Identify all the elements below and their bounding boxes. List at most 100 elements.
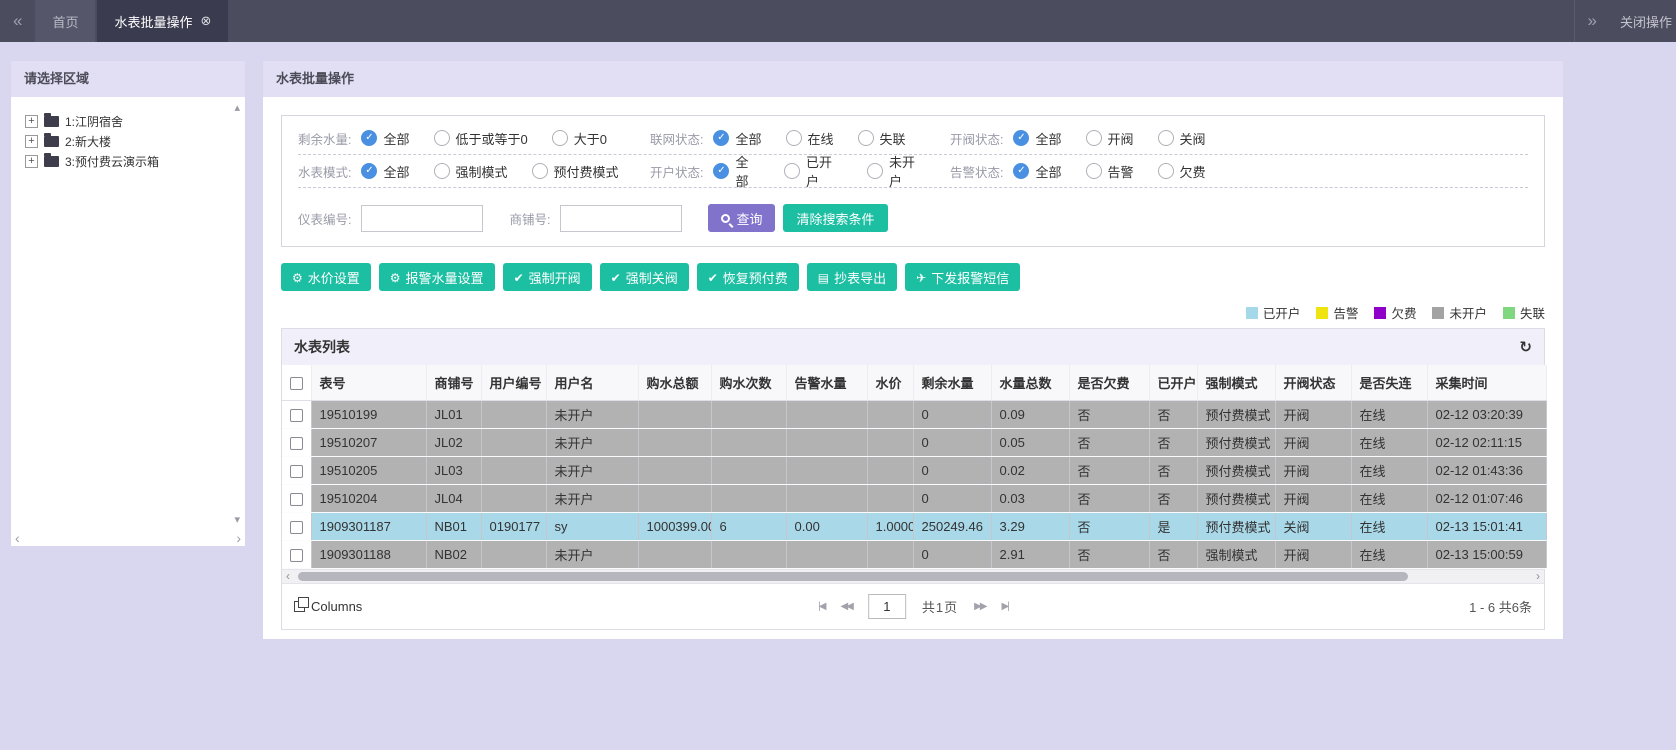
clear-search-button[interactable]: 清除搜索条件 <box>783 204 887 232</box>
meter-no-input[interactable] <box>361 205 483 232</box>
table-row[interactable]: 19510207JL02未开户00.05否否预付费模式开阀在线02-12 02:… <box>282 429 1546 457</box>
radio-option[interactable]: 大于0 <box>552 129 607 148</box>
radio-option[interactable]: 全部 <box>1013 129 1061 148</box>
radio-icon[interactable] <box>434 130 450 146</box>
column-header[interactable]: 水量总数 <box>991 365 1069 401</box>
column-header[interactable]: 是否失连 <box>1351 365 1427 401</box>
shop-no-input[interactable] <box>560 205 682 232</box>
radio-checked-icon[interactable] <box>361 163 377 179</box>
radio-option[interactable]: 全部 <box>361 129 409 148</box>
tree-item[interactable]: +2:新大楼 <box>25 131 239 151</box>
radio-option[interactable]: 全部 <box>1013 162 1061 181</box>
radio-option[interactable]: 低于或等于0 <box>434 129 528 148</box>
tab-active[interactable]: 水表批量操作⊗ <box>97 0 228 42</box>
refresh-icon[interactable]: ↻ <box>1519 338 1532 356</box>
horizontal-scrollbar[interactable]: ‹ › <box>282 569 1544 583</box>
radio-icon[interactable] <box>1086 130 1102 146</box>
action-button-6[interactable]: 下发报警短信 <box>905 263 1020 291</box>
radio-option[interactable]: 全部 <box>713 129 761 148</box>
column-header[interactable]: 是否欠费 <box>1069 365 1149 401</box>
radio-icon[interactable] <box>867 163 883 179</box>
radio-option[interactable]: 预付费模式 <box>532 162 619 181</box>
radio-icon[interactable] <box>858 130 874 146</box>
radio-icon[interactable] <box>1086 163 1102 179</box>
tree-scroll-down-icon[interactable]: ▾ <box>234 515 240 526</box>
column-header[interactable]: 用户名 <box>546 365 638 401</box>
column-header[interactable]: 购水次数 <box>711 365 786 401</box>
table-row[interactable]: 19510204JL04未开户00.03否否预付费模式开阀在线02-12 01:… <box>282 485 1546 513</box>
column-header[interactable]: 强制模式 <box>1197 365 1275 401</box>
hscroll-thumb[interactable] <box>298 572 1408 581</box>
radio-icon[interactable] <box>786 130 802 146</box>
table-row[interactable]: 19510199JL01未开户00.09否否预付费模式开阀在线02-12 03:… <box>282 401 1546 429</box>
action-button-5[interactable]: 抄表导出 <box>807 263 897 291</box>
expand-icon[interactable]: + <box>25 155 38 168</box>
radio-icon[interactable] <box>784 163 800 179</box>
radio-icon[interactable] <box>434 163 450 179</box>
tab-close-icon[interactable]: ⊗ <box>201 13 212 29</box>
scroll-tabs-right-icon[interactable]: » <box>1575 0 1610 42</box>
radio-option[interactable]: 未开户 <box>867 152 926 190</box>
tree-scroll-up-icon[interactable]: ▴ <box>234 103 240 114</box>
expand-icon[interactable]: + <box>25 135 38 148</box>
radio-option[interactable]: 关阀 <box>1158 129 1206 148</box>
column-header[interactable]: 购水总额 <box>638 365 711 401</box>
radio-option[interactable]: 在线 <box>786 129 834 148</box>
column-header[interactable]: 开阀状态 <box>1275 365 1351 401</box>
column-header[interactable]: 水价 <box>867 365 913 401</box>
radio-icon[interactable] <box>1158 130 1174 146</box>
column-header[interactable]: 剩余水量 <box>913 365 991 401</box>
hscroll-left-icon[interactable]: ‹ <box>286 569 290 583</box>
column-header[interactable]: 已开户 <box>1149 365 1197 401</box>
next-page-icon[interactable]: ▶▶ <box>974 601 985 612</box>
column-header[interactable]: 表号 <box>311 365 426 401</box>
columns-button[interactable]: Columns <box>294 599 362 614</box>
radio-icon[interactable] <box>532 163 548 179</box>
radio-option[interactable]: 全部 <box>713 152 759 190</box>
radio-checked-icon[interactable] <box>1013 130 1029 146</box>
radio-checked-icon[interactable] <box>713 130 729 146</box>
radio-option[interactable]: 强制模式 <box>434 162 508 181</box>
radio-checked-icon[interactable] <box>1013 163 1029 179</box>
action-button-3[interactable]: 强制关阀 <box>600 263 689 291</box>
action-button-1[interactable]: 报警水量设置 <box>379 263 495 291</box>
radio-checked-icon[interactable] <box>713 163 729 179</box>
column-header[interactable]: 采集时间 <box>1427 365 1546 401</box>
radio-option[interactable]: 全部 <box>361 162 409 181</box>
radio-checked-icon[interactable] <box>361 130 377 146</box>
row-checkbox[interactable] <box>290 521 303 534</box>
last-page-icon[interactable]: ▶| <box>1002 601 1008 612</box>
action-button-0[interactable]: 水价设置 <box>281 263 371 291</box>
tree-item[interactable]: +1:江阴宿舍 <box>25 111 239 131</box>
tab-home[interactable]: 首页 <box>35 0 95 42</box>
column-header[interactable]: 告警水量 <box>786 365 867 401</box>
row-checkbox[interactable] <box>290 465 303 478</box>
tree-scroll-left-icon[interactable]: ‹ <box>15 533 20 544</box>
row-checkbox[interactable] <box>290 549 303 562</box>
scroll-tabs-left-icon[interactable]: « <box>0 0 35 42</box>
radio-option[interactable]: 欠费 <box>1158 162 1206 181</box>
tree-item[interactable]: +3:预付费云演示箱 <box>25 151 239 171</box>
action-button-4[interactable]: 恢复预付费 <box>697 263 799 291</box>
action-button-2[interactable]: 强制开阀 <box>503 263 592 291</box>
radio-option[interactable]: 失联 <box>858 129 906 148</box>
radio-option[interactable]: 开阀 <box>1086 129 1134 148</box>
page-number-input[interactable] <box>868 594 906 619</box>
select-all-checkbox[interactable] <box>290 377 303 390</box>
close-operations-link[interactable]: 关闭操作 <box>1610 0 1676 42</box>
row-checkbox[interactable] <box>290 493 303 506</box>
column-header[interactable]: 商铺号 <box>426 365 481 401</box>
table-row[interactable]: 1909301187NB010190177sy1000399.0060.001.… <box>282 513 1546 541</box>
table-row[interactable]: 1909301188NB02未开户02.91否否强制模式开阀在线02-13 15… <box>282 541 1546 569</box>
radio-option[interactable]: 告警 <box>1086 162 1134 181</box>
query-button[interactable]: 查询 <box>708 204 775 232</box>
radio-option[interactable]: 已开户 <box>784 152 843 190</box>
radio-icon[interactable] <box>552 130 568 146</box>
radio-icon[interactable] <box>1158 163 1174 179</box>
hscroll-right-icon[interactable]: › <box>1536 569 1540 583</box>
tree-scroll-right-icon[interactable]: › <box>236 533 241 544</box>
row-checkbox[interactable] <box>290 409 303 422</box>
table-row[interactable]: 19510205JL03未开户00.02否否预付费模式开阀在线02-12 01:… <box>282 457 1546 485</box>
first-page-icon[interactable]: |◀ <box>818 601 824 612</box>
expand-icon[interactable]: + <box>25 115 38 128</box>
